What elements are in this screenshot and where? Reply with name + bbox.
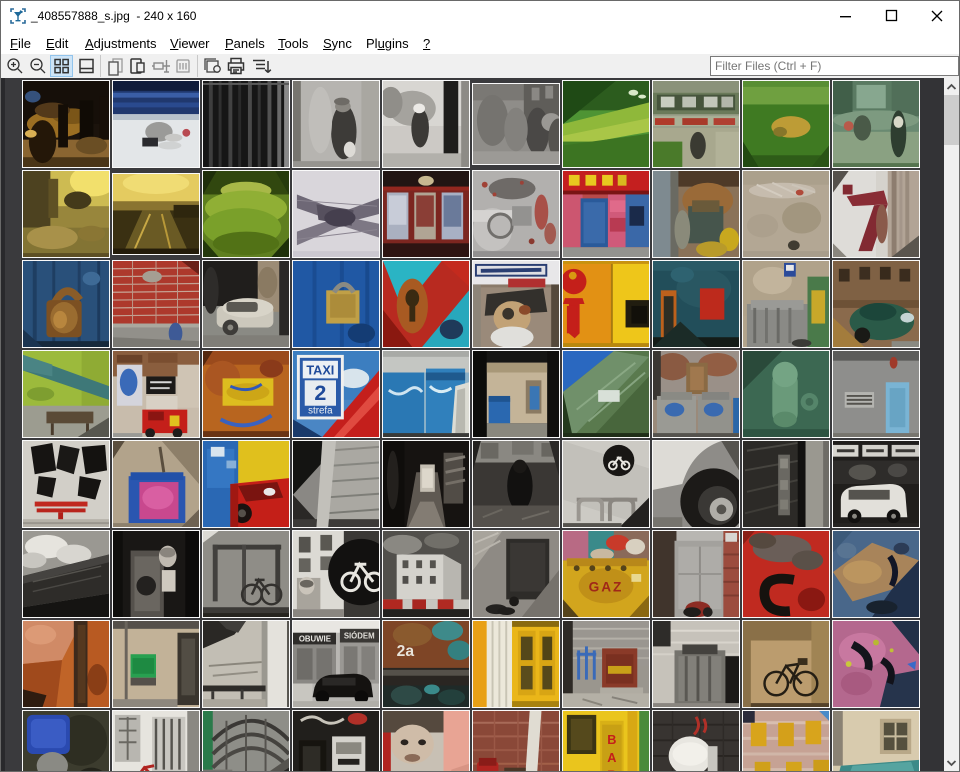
svg-text:2a: 2a bbox=[397, 643, 415, 660]
svg-text:GAZ: GAZ bbox=[589, 580, 624, 595]
svg-text:2: 2 bbox=[314, 381, 326, 405]
svg-text:SIÓDEM: SIÓDEM bbox=[344, 632, 375, 641]
svg-text:TAXI: TAXI bbox=[306, 363, 334, 377]
svg-text:strefa: strefa bbox=[308, 406, 333, 417]
svg-text:R: R bbox=[607, 768, 616, 771]
svg-text:A: A bbox=[607, 751, 616, 765]
svg-text:OBUWIE: OBUWIE bbox=[299, 635, 331, 644]
svg-text:B: B bbox=[607, 733, 616, 747]
